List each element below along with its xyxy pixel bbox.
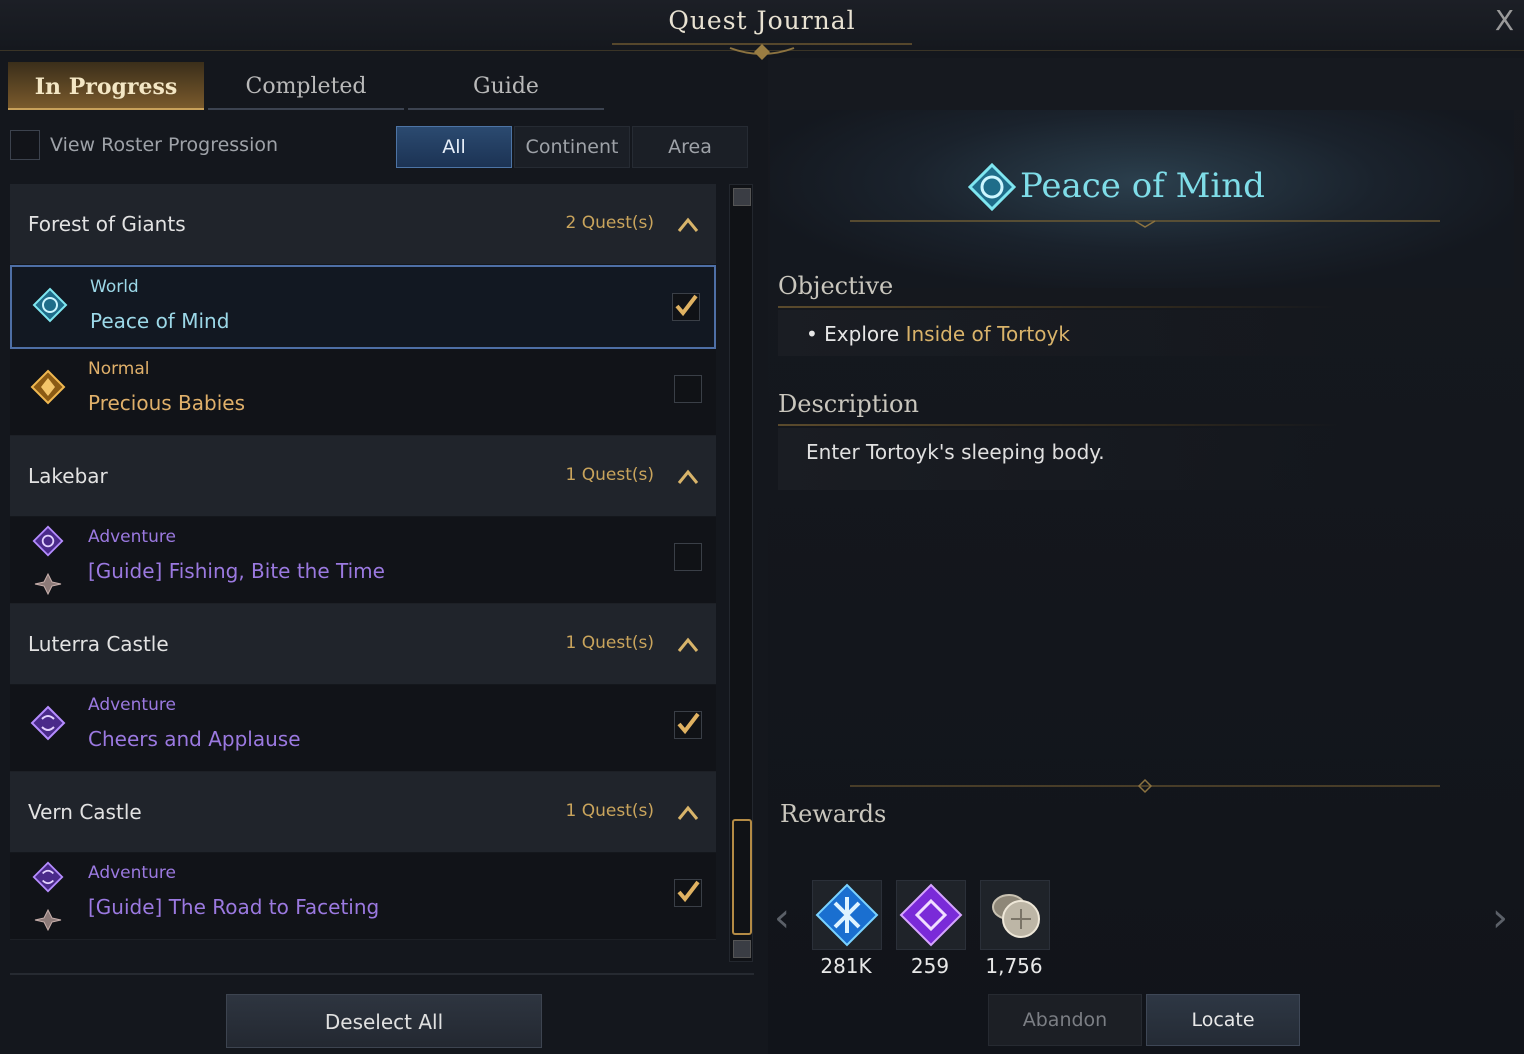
title-bar: Quest Journal X xyxy=(0,0,1524,60)
objective-label: Objective xyxy=(778,272,894,300)
collapse-arrow-icon[interactable] xyxy=(676,802,700,822)
checkmark-icon xyxy=(677,712,700,735)
objective-target: Inside of Tortoyk xyxy=(905,322,1070,346)
quest-detail-title: Peace of Mind xyxy=(1020,166,1265,206)
experience-icon xyxy=(815,883,879,947)
quest-type: Adventure xyxy=(88,527,176,547)
rewards-next-arrow-icon[interactable]: › xyxy=(1492,895,1508,941)
group-name: Luterra Castle xyxy=(28,632,169,656)
group-header-forest-of-giants[interactable]: Forest of Giants 2 Quest(s) xyxy=(10,184,716,265)
quest-title: Cheers and Applause xyxy=(88,727,301,751)
description-text: Enter Tortoyk's sleeping body. xyxy=(806,440,1105,464)
quest-item-precious-babies[interactable]: Normal Precious Babies xyxy=(10,349,716,436)
reward-value: 1,756 xyxy=(985,954,1043,978)
collapse-arrow-icon[interactable] xyxy=(676,214,700,234)
group-count: 2 Quest(s) xyxy=(565,213,654,233)
normal-quest-icon xyxy=(30,369,66,405)
description-line xyxy=(778,424,1338,426)
close-button[interactable]: X xyxy=(1495,4,1514,37)
purple-gem-icon xyxy=(899,883,963,947)
quest-type: World xyxy=(90,277,139,297)
bullet: • xyxy=(806,322,825,346)
quest-type: Adventure xyxy=(88,863,176,883)
scroll-down-button[interactable] xyxy=(733,940,751,958)
quest-track-checkbox[interactable] xyxy=(674,711,702,739)
checkmark-icon xyxy=(675,294,698,317)
quest-type: Normal xyxy=(88,359,150,379)
adventure-quest-icon xyxy=(30,705,66,741)
quest-list-scrollbar[interactable] xyxy=(729,184,753,962)
tab-completed[interactable]: Completed xyxy=(208,62,404,110)
guide-star-icon xyxy=(34,909,62,931)
silver-coins-icon xyxy=(992,894,1040,938)
left-divider xyxy=(10,973,754,975)
collapse-arrow-icon[interactable] xyxy=(676,466,700,486)
rewards-label: Rewards xyxy=(780,800,887,828)
adventure-quest-icon xyxy=(32,861,64,893)
quest-type: Adventure xyxy=(88,695,176,715)
group-name: Forest of Giants xyxy=(28,212,186,236)
objective-text: • Explore Inside of Tortoyk xyxy=(806,322,1070,346)
filter-area[interactable]: Area xyxy=(632,126,748,168)
quest-track-checkbox[interactable] xyxy=(674,879,702,907)
group-name: Vern Castle xyxy=(28,800,142,824)
reward-value: 259 xyxy=(910,954,950,978)
quest-title: Precious Babies xyxy=(88,391,245,415)
filter-group: All Continent Area xyxy=(396,126,750,168)
group-header-vern-castle[interactable]: Vern Castle 1 Quest(s) xyxy=(10,772,716,853)
quest-title: Peace of Mind xyxy=(90,309,230,333)
reward-gem[interactable] xyxy=(896,880,966,950)
quest-item-cheers-and-applause[interactable]: Adventure Cheers and Applause xyxy=(10,685,716,772)
roster-toggle[interactable]: View Roster Progression xyxy=(10,130,278,160)
abandon-button[interactable]: Abandon xyxy=(988,994,1142,1046)
tab-guide[interactable]: Guide xyxy=(408,62,604,110)
filter-all[interactable]: All xyxy=(396,126,512,168)
quest-title: [Guide] Fishing, Bite the Time xyxy=(88,559,385,583)
guide-star-icon xyxy=(34,573,62,595)
scroll-up-button[interactable] xyxy=(733,188,751,206)
group-count: 1 Quest(s) xyxy=(565,801,654,821)
window-title: Quest Journal xyxy=(668,6,856,35)
quest-track-checkbox[interactable] xyxy=(674,543,702,571)
checkmark-icon xyxy=(677,880,700,903)
quest-item-fishing[interactable]: Adventure [Guide] Fishing, Bite the Time xyxy=(10,517,716,604)
scroll-thumb[interactable] xyxy=(732,819,752,935)
quest-title: [Guide] The Road to Faceting xyxy=(88,895,380,919)
quest-item-peace-of-mind[interactable]: World Peace of Mind xyxy=(10,265,716,349)
description-label: Description xyxy=(778,390,919,418)
group-count: 1 Quest(s) xyxy=(565,465,654,485)
world-quest-icon xyxy=(968,163,1016,211)
roster-checkbox[interactable] xyxy=(10,130,40,160)
reward-silver[interactable] xyxy=(980,880,1050,950)
deselect-all-button[interactable]: Deselect All xyxy=(226,994,542,1048)
rewards-prev-arrow-icon[interactable]: ‹ xyxy=(774,895,790,941)
tab-in-progress[interactable]: In Progress xyxy=(8,62,204,110)
reward-experience[interactable] xyxy=(812,880,882,950)
group-name: Lakebar xyxy=(28,464,108,488)
title-underline xyxy=(850,220,1440,228)
tab-bar: In Progress Completed Guide xyxy=(8,62,608,110)
quest-track-checkbox[interactable] xyxy=(674,375,702,403)
collapse-arrow-icon[interactable] xyxy=(676,634,700,654)
group-count: 1 Quest(s) xyxy=(565,633,654,653)
quest-track-checkbox[interactable] xyxy=(672,293,700,321)
group-header-luterra-castle[interactable]: Luterra Castle 1 Quest(s) xyxy=(10,604,716,685)
roster-label: View Roster Progression xyxy=(50,134,279,156)
quest-list: Forest of Giants 2 Quest(s) World Peace … xyxy=(10,184,716,964)
objective-line xyxy=(778,306,1338,308)
locate-button[interactable]: Locate xyxy=(1146,994,1300,1046)
reward-value: 281K xyxy=(820,954,872,978)
world-quest-icon xyxy=(32,287,68,323)
quest-item-road-to-faceting[interactable]: Adventure [Guide] The Road to Faceting xyxy=(10,853,716,940)
filter-continent[interactable]: Continent xyxy=(514,126,630,168)
adventure-quest-icon xyxy=(32,525,64,557)
rewards-divider xyxy=(850,778,1440,794)
group-header-lakebar[interactable]: Lakebar 1 Quest(s) xyxy=(10,436,716,517)
objective-prefix: Explore xyxy=(824,322,900,346)
